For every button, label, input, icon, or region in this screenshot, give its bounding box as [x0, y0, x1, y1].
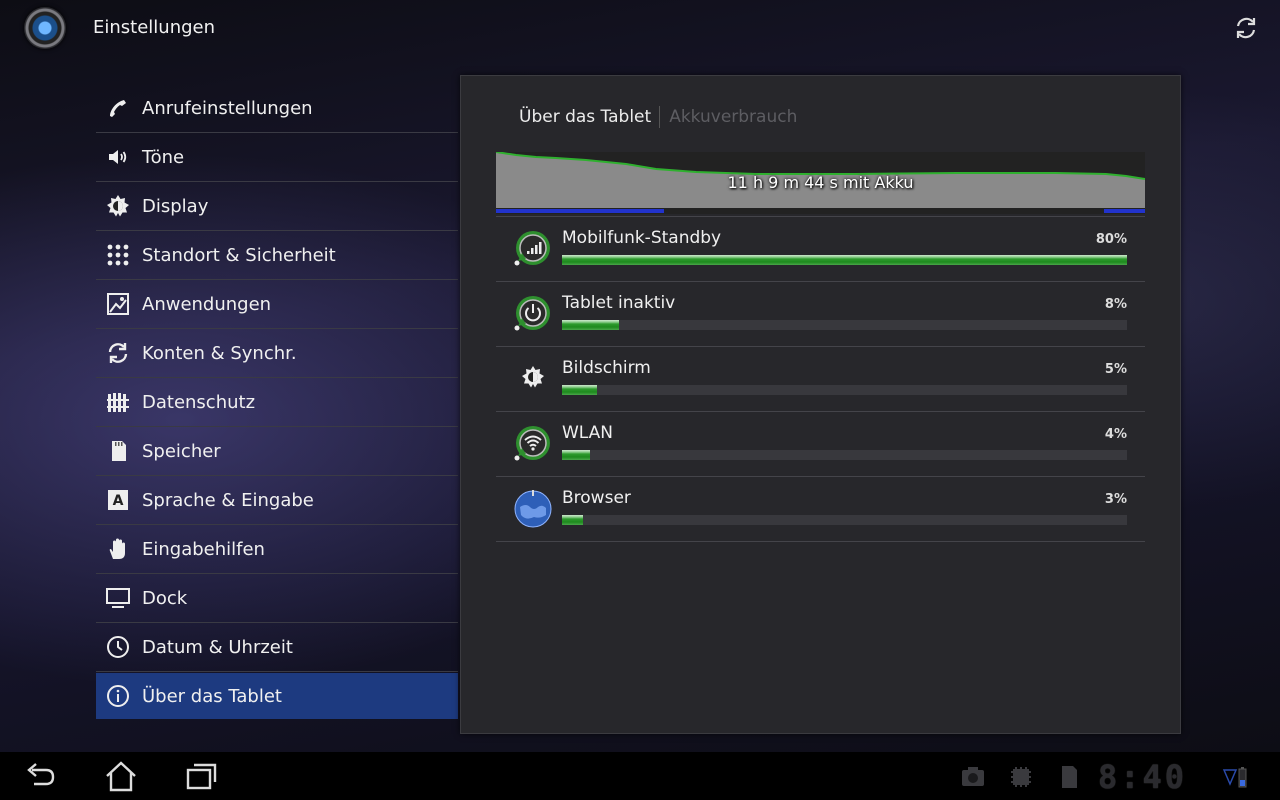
brightness-icon [522, 366, 544, 388]
sd-card-icon[interactable] [1056, 764, 1082, 790]
recent-apps-icon[interactable] [184, 760, 220, 792]
sidebar-item-label: Speicher [142, 440, 221, 462]
usage-bar [562, 515, 1127, 525]
usage-name: Browser [562, 488, 631, 508]
breadcrumb-parent[interactable]: Über das Tablet [519, 107, 651, 127]
battery-usage-panel: Über das Tablet Akkuverbrauch 11 h 9 m 4… [460, 75, 1181, 734]
sync-icon [106, 341, 130, 365]
sidebar-item-label: Datum & Uhrzeit [142, 636, 293, 658]
refresh-icon[interactable] [1232, 14, 1260, 42]
sidebar-item-label: Dock [142, 587, 188, 609]
usage-percent: 3% [1104, 492, 1127, 507]
power-icon [514, 296, 550, 331]
usage-bar [562, 320, 1127, 330]
svg-text:A: A [113, 493, 124, 509]
sidebar-item-label: Datenschutz [142, 391, 256, 413]
home-icon[interactable] [103, 760, 139, 792]
action-bar: Einstellungen [0, 0, 1280, 56]
usage-percent: 8% [1104, 297, 1127, 312]
usage-row-wlan[interactable]: WLAN 4% [496, 412, 1145, 477]
usage-percent: 4% [1104, 427, 1127, 442]
battery-duration-text: 11 h 9 m 44 s mit Akku [727, 173, 914, 192]
usage-row-mobilfunk-standby[interactable]: Mobilfunk-Standby 80% [496, 217, 1145, 282]
breadcrumb-separator [659, 106, 661, 128]
sidebar-item-toene[interactable]: Töne [96, 133, 458, 182]
sidebar-item-eingabehilfen[interactable]: Eingabehilfen [96, 525, 458, 574]
applications-icon [106, 292, 130, 316]
app-title: Einstellungen [93, 17, 216, 38]
sidebar-item-label: Sprache & Eingabe [142, 489, 314, 511]
clock-icon [106, 635, 130, 659]
sidebar-item-konten-synchr[interactable]: Konten & Synchr. [96, 329, 458, 378]
usage-bar-fill [562, 320, 619, 330]
sidebar-item-speicher[interactable]: Speicher [96, 427, 458, 476]
usage-bar-fill [562, 450, 591, 460]
charging-segment [1104, 209, 1145, 213]
settings-sidebar: Anrufeinstellungen Töne Display Standort… [96, 84, 458, 719]
back-icon[interactable] [22, 760, 58, 792]
phone-icon [106, 96, 130, 120]
usage-percent: 5% [1104, 362, 1127, 377]
usage-bar-fill [562, 385, 598, 395]
usage-bar-fill [562, 255, 1127, 265]
usage-percent: 80% [1095, 232, 1127, 247]
clock[interactable]: 8:40 [1098, 758, 1187, 796]
usage-name: Bildschirm [562, 358, 651, 378]
screenshot-icon[interactable] [960, 764, 986, 790]
battery-icon[interactable] [1222, 764, 1248, 790]
charging-segment [496, 209, 664, 213]
wifi-icon [514, 426, 550, 461]
sidebar-item-anrufeinstellungen[interactable]: Anrufeinstellungen [96, 84, 458, 133]
sidebar-item-datenschutz[interactable]: Datenschutz [96, 378, 458, 427]
sidebar-item-label: Standort & Sicherheit [142, 244, 336, 266]
usage-bar-fill [562, 515, 584, 525]
usage-row-tablet-inaktiv[interactable]: Tablet inaktiv 8% [496, 282, 1145, 347]
globe-icon [514, 490, 552, 528]
sidebar-item-dock[interactable]: Dock [96, 574, 458, 623]
sidebar-item-label: Display [142, 195, 209, 217]
sidebar-item-label: Konten & Synchr. [142, 342, 297, 364]
breadcrumb: Über das Tablet Akkuverbrauch [519, 106, 797, 128]
sidebar-item-label: Eingabehilfen [142, 538, 265, 560]
usage-bar [562, 385, 1127, 395]
info-icon [106, 684, 130, 708]
usage-bar [562, 255, 1127, 265]
usage-row-browser[interactable]: Browser 3% [496, 477, 1145, 542]
sidebar-item-label: Anwendungen [142, 293, 272, 315]
sd-card-icon [106, 439, 130, 463]
speaker-icon [106, 145, 130, 169]
sidebar-item-datum-uhrzeit[interactable]: Datum & Uhrzeit [96, 623, 458, 672]
language-icon: A [106, 488, 130, 512]
chip-icon[interactable] [1008, 764, 1034, 790]
sidebar-item-label: Über das Tablet [142, 685, 282, 707]
battery-usage-list: Mobilfunk-Standby 80% Tablet inaktiv 8% … [496, 217, 1145, 542]
sidebar-item-label: Anrufeinstellungen [142, 97, 313, 119]
fence-icon [106, 390, 130, 414]
sidebar-item-anwendungen[interactable]: Anwendungen [96, 280, 458, 329]
sidebar-item-sprache-eingabe[interactable]: A Sprache & Eingabe [96, 476, 458, 525]
brightness-icon [106, 194, 130, 218]
hand-icon [106, 537, 130, 561]
usage-row-bildschirm[interactable]: Bildschirm 5% [496, 347, 1145, 412]
usage-name: WLAN [562, 423, 614, 443]
sidebar-item-display[interactable]: Display [96, 182, 458, 231]
cell-standby-icon [514, 231, 550, 266]
sidebar-item-label: Töne [142, 146, 185, 168]
usage-bar [562, 450, 1127, 460]
sidebar-item-standort-sicherheit[interactable]: Standort & Sicherheit [96, 231, 458, 280]
location-grid-icon [106, 243, 130, 267]
usage-name: Tablet inaktiv [562, 293, 676, 313]
settings-app-icon[interactable] [24, 7, 66, 49]
sidebar-item-ueber-das-tablet[interactable]: Über das Tablet [96, 673, 458, 719]
usage-name: Mobilfunk-Standby [562, 228, 722, 248]
monitor-icon [106, 586, 130, 610]
breadcrumb-current: Akkuverbrauch [669, 107, 798, 127]
system-bar: 8:40 [0, 752, 1280, 800]
battery-history-graph[interactable]: 11 h 9 m 44 s mit Akku [495, 151, 1146, 214]
